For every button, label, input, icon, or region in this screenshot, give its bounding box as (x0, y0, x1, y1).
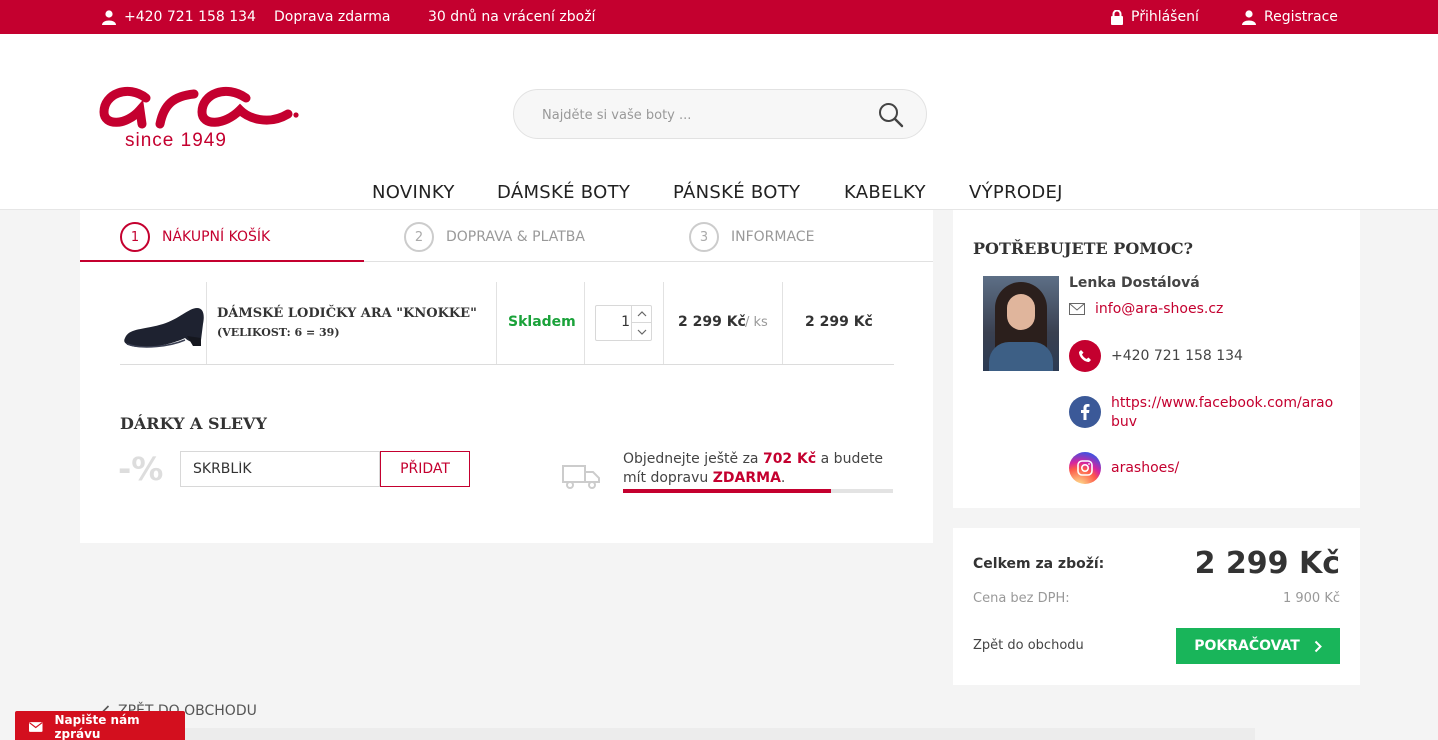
truck-icon (562, 465, 600, 489)
contact-facebook[interactable]: https://www.facebook.com/araobuv (1069, 394, 1337, 432)
header: since 1949 NOVINKY DÁMSKÉ BOTY PÁNSKÉ BO… (0, 34, 1438, 210)
user-icon (102, 9, 116, 25)
shipping-msg-free: ZDARMA (712, 470, 781, 486)
step-cart[interactable]: 1 NÁKUPNÍ KOŠÍK (120, 222, 270, 252)
unit-price: 2 299 Kč (678, 314, 746, 330)
quantity-value[interactable]: 1 (596, 314, 630, 330)
shipping-msg-amount: 702 Kč (762, 451, 817, 467)
nav-kabelky[interactable]: KABELKY (844, 182, 926, 203)
add-discount-button[interactable]: PŘIDAT (380, 451, 470, 487)
register-link[interactable]: Registrace (1242, 0, 1338, 34)
active-step-underline (80, 260, 364, 262)
nav-vyprodej[interactable]: VÝPRODEJ (969, 182, 1063, 203)
chevron-up-icon (637, 311, 646, 317)
search-icon[interactable] (878, 102, 904, 128)
contact-avatar (983, 276, 1059, 371)
search-input[interactable] (542, 104, 862, 126)
main-nav: NOVINKY DÁMSKÉ BOTY PÁNSKÉ BOTY KABELKY … (0, 180, 1438, 208)
contact-email[interactable]: info@ara-shoes.cz (1069, 301, 1223, 317)
checkout-steps: 1 NÁKUPNÍ KOŠÍK 2 DOPRAVA & PLATBA 3 INF… (80, 210, 933, 262)
free-shipping-progress-fill (623, 489, 831, 493)
nav-damske-boty[interactable]: DÁMSKÉ BOTY (497, 182, 630, 203)
step-info[interactable]: 3 INFORMACE (689, 222, 814, 252)
envelope-icon (29, 722, 43, 732)
ara-logo-image: since 1949 (99, 86, 299, 151)
back-to-shop-link[interactable]: Zpět do obchodu (973, 638, 1084, 653)
instagram-icon (1069, 452, 1101, 484)
register-label: Registrace (1264, 9, 1338, 25)
continue-button[interactable]: POKRAČOVAT (1176, 628, 1340, 664)
step-number: 1 (120, 222, 150, 252)
cart-item-row: DÁMSKÉ LODIČKY ARA "KNOKKE" (VELIKOST: 6… (120, 282, 894, 365)
discount-icon: -% (118, 450, 164, 488)
step-shipping[interactable]: 2 DOPRAVA & PLATBA (404, 222, 585, 252)
contact-phone[interactable]: +420 721 158 134 (1069, 340, 1243, 372)
quantity-stepper: 1 (595, 305, 652, 341)
stock-status: Skladem (508, 314, 576, 330)
quantity-increase-button[interactable] (631, 306, 651, 323)
logo-tagline: since 1949 (125, 130, 227, 151)
continue-label: POKRAČOVAT (1194, 638, 1300, 654)
topbar-phone-text: +420 721 158 134 (124, 9, 256, 25)
lock-icon (1111, 9, 1123, 25)
cart-panel: 1 NÁKUPNÍ KOŠÍK 2 DOPRAVA & PLATBA 3 INF… (80, 210, 933, 543)
step-label: DOPRAVA & PLATBA (446, 229, 585, 245)
contact-name: Lenka Dostálová (1069, 275, 1200, 291)
product-name-cell (207, 282, 497, 364)
chevron-right-icon (1314, 640, 1322, 652)
chat-label: Napište nám zprávu (54, 713, 140, 740)
contact-email-link[interactable]: info@ara-shoes.cz (1095, 301, 1223, 317)
free-shipping-progress (623, 489, 893, 493)
login-link[interactable]: Přihlášení (1111, 0, 1199, 34)
total-label: Celkem za zboží: (973, 556, 1105, 572)
product-image-cell (120, 282, 207, 364)
net-price-value: 1 900 Kč (1282, 591, 1340, 606)
unit-label: / ks (745, 315, 768, 330)
shipping-msg-suffix: . (780, 470, 786, 486)
facebook-link[interactable]: https://www.facebook.com/araobuv (1111, 394, 1337, 432)
top-bar: +420 721 158 134 Doprava zdarma 30 dnů n… (0, 0, 1438, 34)
footer-edge (185, 728, 1255, 740)
free-shipping-message: Objednejte ještě za 702 Kč a budete mít … (623, 450, 895, 488)
discount-code-input[interactable] (180, 451, 380, 487)
help-title: POTŘEBUJETE POMOC? (973, 239, 1194, 258)
topbar-shipping-text: Doprava zdarma (274, 9, 391, 25)
nav-novinky[interactable]: NOVINKY (372, 182, 455, 203)
envelope-icon (1069, 303, 1085, 315)
nav-panske-boty[interactable]: PÁNSKÉ BOTY (673, 182, 800, 203)
instagram-link[interactable]: arashoes/ (1111, 460, 1179, 476)
search-box (513, 89, 927, 139)
total-value: 2 299 Kč (1194, 546, 1340, 581)
facebook-icon (1069, 396, 1101, 428)
user-icon (1242, 9, 1256, 25)
quantity-decrease-button[interactable] (631, 323, 651, 340)
ara-logo[interactable]: since 1949 (98, 74, 303, 154)
contact-phone-text: +420 721 158 134 (1111, 348, 1243, 364)
chevron-down-icon (637, 329, 646, 335)
step-label: INFORMACE (731, 229, 815, 245)
step-label: NÁKUPNÍ KOŠÍK (162, 229, 271, 245)
order-summary: Celkem za zboží: 2 299 Kč Cena bez DPH: … (953, 528, 1360, 685)
gifts-title: DÁRKY A SLEVY (120, 414, 267, 433)
chat-button[interactable]: Napište nám zprávu (15, 711, 185, 740)
help-panel: POTŘEBUJETE POMOC? Lenka Dostálová info@… (953, 210, 1360, 508)
phone-icon (1069, 340, 1101, 372)
step-number: 2 (404, 222, 434, 252)
step-number: 3 (689, 222, 719, 252)
net-price-label: Cena bez DPH: (973, 591, 1070, 606)
contact-instagram[interactable]: arashoes/ (1069, 452, 1179, 484)
topbar-returns-text: 30 dnů na vrácení zboží (428, 9, 596, 25)
login-label: Přihlášení (1131, 9, 1199, 25)
shoe-image[interactable] (123, 294, 205, 354)
topbar-returns: 30 dnů na vrácení zboží (428, 0, 595, 34)
topbar-shipping: Doprava zdarma (274, 0, 390, 34)
topbar-phone[interactable]: +420 721 158 134 (102, 0, 256, 34)
item-total: 2 299 Kč (805, 314, 873, 330)
shipping-msg-prefix: Objednejte ještě za (623, 451, 763, 467)
